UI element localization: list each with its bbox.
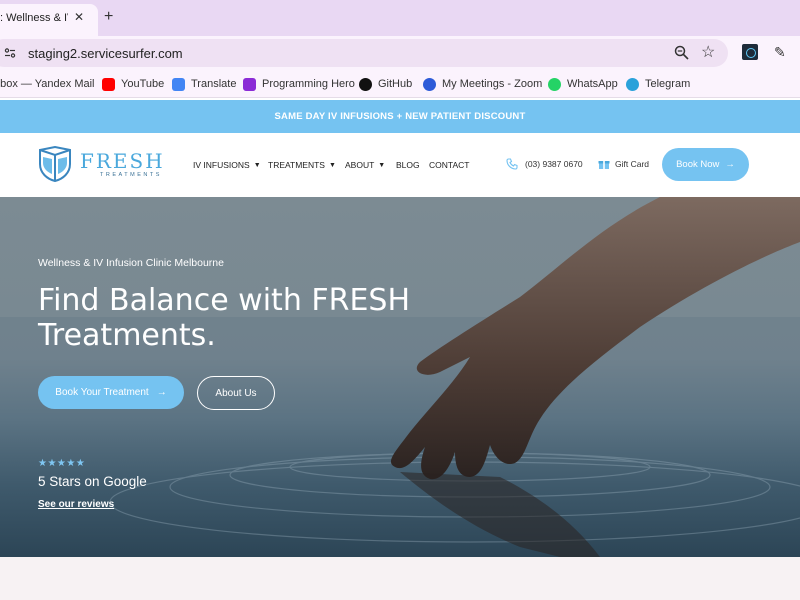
zoom-meetings-icon: [423, 77, 436, 91]
github-icon: [359, 77, 372, 91]
new-tab-button[interactable]: +: [104, 7, 113, 27]
bookmark-label: Programming Hero: [262, 78, 355, 90]
book-treatment-button[interactable]: Book Your Treatment →: [38, 376, 184, 409]
nav-about[interactable]: ABOUT ▼: [345, 160, 385, 170]
arrow-right-icon: →: [725, 159, 735, 170]
gift-icon: [598, 161, 610, 169]
rating-stars-icon: ★★★★★: [38, 458, 86, 469]
gift-card-label: Gift Card: [615, 159, 650, 169]
eyedropper-icon[interactable]: ✎: [774, 44, 786, 61]
translate-icon: [172, 77, 185, 91]
logo-subtitle: TREATMENTS: [100, 172, 162, 178]
browser-toolbar: staging2.servicesurfer.com ☆: [0, 36, 800, 70]
bookmark-item[interactable]: Translate: [172, 76, 236, 92]
nav-iv-infusions[interactable]: IV INFUSIONS ▼: [193, 160, 261, 170]
book-treatment-label: Book Your Treatment: [55, 387, 149, 398]
nav-contact[interactable]: CONTACT: [429, 160, 469, 170]
bookmark-label: WhatsApp: [567, 78, 618, 90]
about-us-label: About Us: [215, 387, 257, 399]
bookmark-label: Telegram: [645, 78, 691, 90]
whatsapp-icon: [548, 77, 561, 91]
address-bar[interactable]: staging2.servicesurfer.com ☆: [0, 39, 728, 67]
bookmark-item[interactable]: YouTube: [102, 76, 164, 92]
bookmark-item[interactable]: WhatsApp: [548, 76, 618, 92]
hero-eyebrow: Wellness & IV Infusion Clinic Melbourne: [38, 257, 224, 269]
book-now-label: Book Now: [676, 159, 720, 170]
nav-treatments[interactable]: TREATMENTS ▼: [268, 160, 336, 170]
telegram-icon: [626, 77, 639, 91]
close-tab-icon[interactable]: ✕: [74, 10, 84, 24]
hero-section: Wellness & IV Infusion Clinic Melbourne …: [0, 197, 800, 557]
hero-title: Find Balance with FRESH Treatments.: [38, 283, 411, 353]
tab-strip: : Wellness & IV ✕ +: [0, 0, 800, 36]
bookmark-label: YouTube: [121, 78, 165, 90]
site-header: FRESH TREATMENTS IV INFUSIONS ▼ TREATMEN…: [0, 133, 800, 197]
nav-label: ABOUT: [345, 160, 375, 170]
bookmark-item[interactable]: GitHub: [359, 76, 412, 92]
about-us-button[interactable]: About Us: [197, 376, 275, 410]
arrow-right-icon: →: [156, 387, 167, 398]
nav-label: CONTACT: [429, 160, 470, 170]
nav-label: IV INFUSIONS: [193, 160, 250, 170]
phone-link[interactable]: (03) 9387 0670: [506, 158, 583, 170]
chevron-down-icon: ▼: [328, 161, 336, 169]
bookmark-star-icon[interactable]: ☆: [701, 44, 715, 62]
extension-icon[interactable]: [742, 44, 758, 60]
programming-hero-icon: [243, 77, 256, 91]
bookmarks-bar: nbox — Yandex Mail YouTube Translate Pro…: [0, 70, 800, 98]
promo-banner[interactable]: SAME DAY IV INFUSIONS + NEW PATIENT DISC…: [0, 100, 800, 133]
next-section: [0, 557, 800, 600]
bookmark-label: Translate: [191, 78, 237, 90]
site-info-icon[interactable]: [4, 47, 16, 59]
phone-icon: [506, 158, 518, 170]
logo-wordmark: FRESH: [80, 149, 165, 173]
chevron-down-icon: ▼: [378, 161, 386, 169]
shield-logo-icon: [39, 146, 71, 182]
site-logo[interactable]: FRESH TREATMENTS: [38, 146, 163, 182]
bookmark-label: My Meetings - Zoom: [442, 78, 543, 90]
rating-text: 5 Stars on Google: [38, 474, 147, 489]
book-now-button[interactable]: Book Now →: [662, 148, 749, 181]
bookmark-label: GitHub: [378, 78, 413, 90]
bookmark-item[interactable]: nbox — Yandex Mail: [0, 76, 94, 92]
bookmark-item[interactable]: Telegram: [626, 76, 690, 92]
url-text: staging2.servicesurfer.com: [28, 46, 183, 61]
bookmark-item[interactable]: Programming Hero: [243, 76, 355, 92]
zoom-icon[interactable]: [674, 45, 689, 60]
nav-label: BLOG: [396, 160, 420, 170]
youtube-icon: [102, 77, 115, 91]
chevron-down-icon: ▼: [253, 161, 261, 169]
nav-label: TREATMENTS: [268, 160, 325, 170]
bookmark-item[interactable]: My Meetings - Zoom: [423, 76, 542, 92]
promo-text: SAME DAY IV INFUSIONS + NEW PATIENT DISC…: [274, 111, 526, 122]
phone-number: (03) 9387 0670: [525, 159, 583, 169]
bookmark-label: nbox — Yandex Mail: [0, 78, 95, 90]
nav-blog[interactable]: BLOG: [396, 160, 420, 170]
browser-tab[interactable]: : Wellness & IV ✕: [0, 4, 98, 36]
gift-card-link[interactable]: Gift Card: [598, 158, 649, 170]
see-reviews-link[interactable]: See our reviews: [38, 499, 114, 510]
tab-title: : Wellness & IV: [0, 12, 68, 24]
